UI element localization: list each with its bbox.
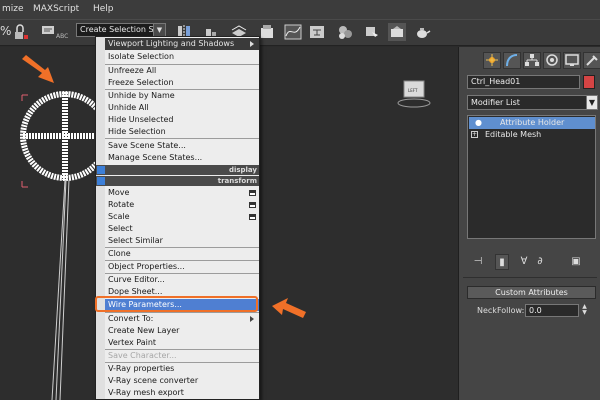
modifier-list-dropdown[interactable]: Modifier List: [467, 95, 587, 110]
menu-item-viewport-lighting[interactable]: Viewport Lighting and Shadows: [105, 38, 259, 50]
panel-divider: [463, 277, 597, 278]
stack-item-attribute-holder[interactable]: ● Attribute Holder: [469, 117, 595, 129]
annotation-arrow-icon: [22, 55, 54, 83]
menu-bar: mize MAXScript Help: [0, 0, 600, 20]
menu-item-select-similar[interactable]: Select Similar: [105, 235, 259, 247]
band-display: display: [96, 165, 259, 175]
remove-modifier-icon[interactable]: ∂: [533, 254, 547, 270]
menu-item-scale[interactable]: Scale: [105, 211, 259, 223]
menu-item-vray-scene-converter[interactable]: V-Ray scene converter: [105, 375, 259, 387]
menu-item-select[interactable]: Select: [105, 223, 259, 235]
configure-sets-icon[interactable]: ▣: [569, 254, 583, 270]
menu-item-curve-editor[interactable]: Curve Editor...: [105, 274, 259, 286]
abc-label: ABC: [56, 33, 69, 40]
make-unique-icon[interactable]: ∀: [517, 254, 531, 270]
stack-item-label: Editable Mesh: [485, 130, 542, 139]
menu-item-hide-unselected[interactable]: Hide Unselected: [105, 114, 259, 126]
scene-explorer-icon[interactable]: [258, 23, 276, 41]
menu-item-unhide-by-name[interactable]: Unhide by Name: [105, 90, 259, 102]
modifier-stack: ● Attribute Holder + Editable Mesh: [467, 115, 596, 239]
settings-box-icon[interactable]: [249, 214, 256, 220]
spinner-snap-icon[interactable]: [12, 23, 30, 41]
create-tab-icon[interactable]: [483, 52, 501, 69]
percent-snap-icon[interactable]: %: [0, 24, 11, 38]
utilities-tab-icon[interactable]: [583, 52, 600, 69]
stack-toolbar: ⊣ ▮ ∀ ∂ ▣: [467, 252, 596, 272]
neck-follow-field[interactable]: 0.0: [525, 304, 579, 317]
display-tab-icon[interactable]: [563, 52, 581, 69]
wire-parameters-highlight: [95, 296, 258, 312]
menu-item-unhide-all[interactable]: Unhide All: [105, 102, 259, 114]
object-color-swatch[interactable]: [583, 75, 595, 89]
rig-lines: [51, 179, 70, 400]
curve-editor-icon[interactable]: [284, 23, 302, 41]
submenu-arrow-icon: [250, 41, 254, 47]
annotation-arrow-icon: [272, 298, 306, 318]
menu-item-vertex-paint[interactable]: Vertex Paint: [105, 337, 259, 349]
menu-maxscript[interactable]: MAXScript: [33, 4, 79, 14]
submenu-arrow-icon: [250, 316, 254, 322]
schematic-view-icon[interactable]: [308, 23, 326, 41]
object-name-field[interactable]: Ctrl_Head01: [467, 75, 580, 89]
render-frame-icon[interactable]: [388, 23, 406, 41]
menu-item-save-scene-state[interactable]: Save Scene State...: [105, 140, 259, 152]
menu-customize[interactable]: mize: [2, 4, 24, 14]
selection-set-chevron-icon[interactable]: ▼: [153, 23, 166, 37]
view-cube-label: LEFT: [408, 88, 418, 93]
expand-plus-icon[interactable]: +: [471, 131, 478, 138]
menu-help[interactable]: Help: [93, 4, 114, 14]
custom-attributes-rollout[interactable]: Custom Attributes: [467, 286, 596, 299]
menu-item-isolate-selection[interactable]: Isolate Selection: [105, 51, 259, 63]
modifier-list-chevron-icon[interactable]: ▼: [586, 95, 598, 110]
modify-tab-icon[interactable]: [503, 52, 521, 69]
show-end-result-icon[interactable]: ▮: [495, 254, 509, 270]
command-panel: Ctrl_Head01 Modifier List ▼ ● Attribute …: [458, 47, 600, 400]
lightbulb-icon[interactable]: ●: [475, 117, 482, 129]
band-transform: transform: [96, 176, 259, 186]
menu-item-move[interactable]: Move: [105, 187, 259, 199]
menu-item-unfreeze-all[interactable]: Unfreeze All: [105, 65, 259, 77]
menu-item-create-new-layer[interactable]: Create New Layer: [105, 325, 259, 337]
menu-item-object-properties[interactable]: Object Properties...: [105, 261, 259, 273]
hierarchy-tab-icon[interactable]: [523, 52, 541, 69]
menu-item-freeze-selection[interactable]: Freeze Selection: [105, 77, 259, 89]
menu-item-hide-selection[interactable]: Hide Selection: [105, 126, 259, 138]
settings-box-icon[interactable]: [249, 190, 256, 196]
quad-menu: Viewport Lighting and Shadows Isolate Se…: [95, 36, 260, 400]
neck-follow-spinner-icon[interactable]: ▲ ▼: [580, 304, 589, 317]
motion-tab-icon[interactable]: [543, 52, 561, 69]
pin-stack-icon[interactable]: ⊣: [471, 254, 485, 270]
menu-item-convert-to[interactable]: Convert To:: [105, 313, 259, 325]
stack-item-editable-mesh[interactable]: + Editable Mesh: [469, 129, 595, 141]
menu-item-rotate[interactable]: Rotate: [105, 199, 259, 211]
quad-menu-strip: [96, 37, 105, 399]
view-cube[interactable]: [397, 80, 431, 108]
menu-item-save-character: Save Character...: [108, 351, 177, 360]
menu-item-vray-mesh-export[interactable]: V-Ray mesh export: [105, 387, 259, 399]
render-teapot-icon[interactable]: [413, 23, 431, 41]
menu-item-clone[interactable]: Clone: [105, 248, 259, 260]
material-editor-icon[interactable]: [336, 23, 354, 41]
menu-separator: [105, 138, 259, 139]
stack-item-label: Attribute Holder: [500, 118, 565, 127]
render-setup-icon[interactable]: [363, 23, 381, 41]
main-toolbar: % ABC Create Selection Se ▼: [0, 20, 600, 46]
menu-item-vray-properties[interactable]: V-Ray properties: [105, 363, 259, 375]
menu-item-manage-scene-states[interactable]: Manage Scene States...: [105, 152, 259, 164]
neck-follow-label: NeckFollow:: [477, 306, 525, 315]
settings-box-icon[interactable]: [249, 202, 256, 208]
